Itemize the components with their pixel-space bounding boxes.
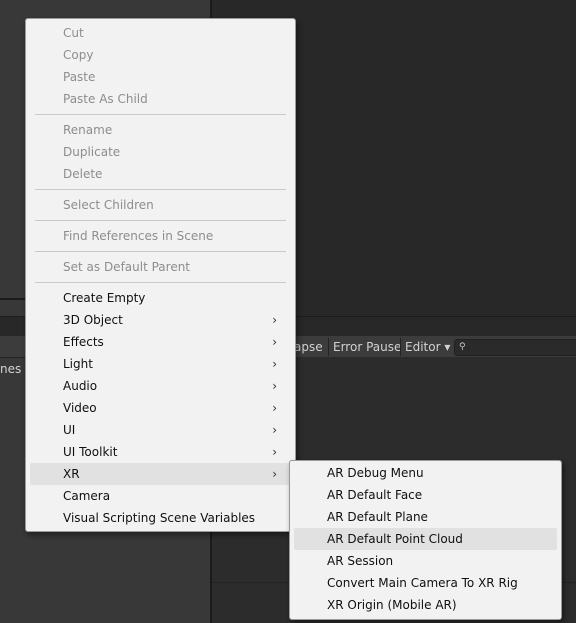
submenu-item-convert-main-camera-to-xr-rig[interactable]: Convert Main Camera To XR Rig xyxy=(294,572,557,594)
menu-separator xyxy=(35,251,286,252)
menu-item-audio[interactable]: Audio › xyxy=(30,375,291,397)
menu-separator xyxy=(35,282,286,283)
submenu-item-label: AR Default Face xyxy=(327,488,423,502)
menu-item-label: Cut xyxy=(63,26,84,40)
menu-item-label: UI xyxy=(63,423,76,437)
menu-item-visual-scripting-scene-variables[interactable]: Visual Scripting Scene Variables xyxy=(30,507,291,529)
hierarchy-context-menu: Cut Copy Paste Paste As Child Rename Duplicat… xyxy=(25,18,296,532)
chevron-right-icon: › xyxy=(272,445,277,459)
chevron-right-icon: › xyxy=(272,423,277,437)
menu-separator xyxy=(35,114,286,115)
chevron-right-icon: › xyxy=(272,379,277,393)
chevron-right-icon: › xyxy=(272,313,277,327)
submenu-item-label: XR Origin (Mobile AR) xyxy=(327,598,457,612)
menu-item-camera[interactable]: Camera xyxy=(30,485,291,507)
menu-item-paste-as-child[interactable]: Paste As Child xyxy=(30,88,291,110)
menu-separator xyxy=(35,220,286,221)
chevron-right-icon: › xyxy=(272,335,277,349)
menu-item-ui-toolkit[interactable]: UI Toolkit › xyxy=(30,441,291,463)
menu-item-label: Rename xyxy=(63,123,113,137)
submenu-item-ar-debug-menu[interactable]: AR Debug Menu xyxy=(294,462,557,484)
menu-item-xr[interactable]: XR › xyxy=(30,463,291,485)
menu-item-label: Visual Scripting Scene Variables xyxy=(63,511,256,525)
menu-separator xyxy=(35,189,286,190)
error-pause-button[interactable]: Error Pause xyxy=(329,338,406,356)
submenu-item-ar-default-face[interactable]: AR Default Face xyxy=(294,484,557,506)
menu-item-duplicate[interactable]: Duplicate xyxy=(30,141,291,163)
menu-item-label: Effects xyxy=(63,335,104,349)
chevron-right-icon: › xyxy=(272,401,277,415)
menu-item-label: Paste xyxy=(63,70,96,84)
menu-item-label: Set as Default Parent xyxy=(63,260,191,274)
menu-item-label: Copy xyxy=(63,48,94,62)
submenu-item-label: Convert Main Camera To XR Rig xyxy=(327,576,518,590)
submenu-item-label: AR Default Point Cloud xyxy=(327,532,463,546)
menu-item-cut[interactable]: Cut xyxy=(30,22,291,44)
submenu-item-label: AR Debug Menu xyxy=(327,466,424,480)
submenu-item-ar-default-plane[interactable]: AR Default Plane xyxy=(294,506,557,528)
chevron-right-icon: › xyxy=(272,467,277,481)
menu-item-find-references-in-scene[interactable]: Find References in Scene xyxy=(30,225,291,247)
editor-dropdown-label: Editor xyxy=(405,340,441,354)
submenu-item-label: AR Default Plane xyxy=(327,510,428,524)
menu-item-light[interactable]: Light › xyxy=(30,353,291,375)
menu-item-label: Paste As Child xyxy=(63,92,148,106)
menu-item-ui[interactable]: UI › xyxy=(30,419,291,441)
submenu-item-xr-origin-mobile-ar[interactable]: XR Origin (Mobile AR) xyxy=(294,594,557,616)
menu-item-label: XR xyxy=(63,467,80,481)
submenu-item-label: AR Session xyxy=(327,554,394,568)
menu-item-delete[interactable]: Delete xyxy=(30,163,291,185)
menu-item-label: Audio xyxy=(63,379,98,393)
hierarchy-partial-label: nes xyxy=(0,362,22,376)
submenu-item-ar-session[interactable]: AR Session xyxy=(294,550,557,572)
menu-item-copy[interactable]: Copy xyxy=(30,44,291,66)
menu-item-label: Video xyxy=(63,401,97,415)
menu-item-3d-object[interactable]: 3D Object › xyxy=(30,309,291,331)
menu-item-video[interactable]: Video › xyxy=(30,397,291,419)
menu-item-select-children[interactable]: Select Children xyxy=(30,194,291,216)
editor-dropdown[interactable]: Editor ▾ xyxy=(401,338,455,356)
magnifier-icon: ⚲ xyxy=(459,342,466,352)
console-search-input[interactable]: ⚲ xyxy=(454,339,576,356)
chevron-down-icon: ▾ xyxy=(444,340,451,354)
menu-item-label: 3D Object xyxy=(63,313,123,327)
menu-item-rename[interactable]: Rename xyxy=(30,119,291,141)
chevron-right-icon: › xyxy=(272,357,277,371)
xr-submenu: AR Debug Menu AR Default Face AR Default P… xyxy=(289,460,562,620)
menu-item-create-empty[interactable]: Create Empty xyxy=(30,287,291,309)
menu-item-label: Light xyxy=(63,357,93,371)
menu-item-effects[interactable]: Effects › xyxy=(30,331,291,353)
menu-item-set-as-default-parent[interactable]: Set as Default Parent xyxy=(30,256,291,278)
menu-item-label: Find References in Scene xyxy=(63,229,214,243)
menu-item-label: Select Children xyxy=(63,198,154,212)
menu-item-label: Create Empty xyxy=(63,291,146,305)
menu-item-label: Camera xyxy=(63,489,111,503)
submenu-item-ar-default-point-cloud[interactable]: AR Default Point Cloud xyxy=(294,528,557,550)
menu-item-label: Duplicate xyxy=(63,145,121,159)
menu-item-label: UI Toolkit xyxy=(63,445,118,459)
menu-item-paste[interactable]: Paste xyxy=(30,66,291,88)
menu-item-label: Delete xyxy=(63,167,103,181)
